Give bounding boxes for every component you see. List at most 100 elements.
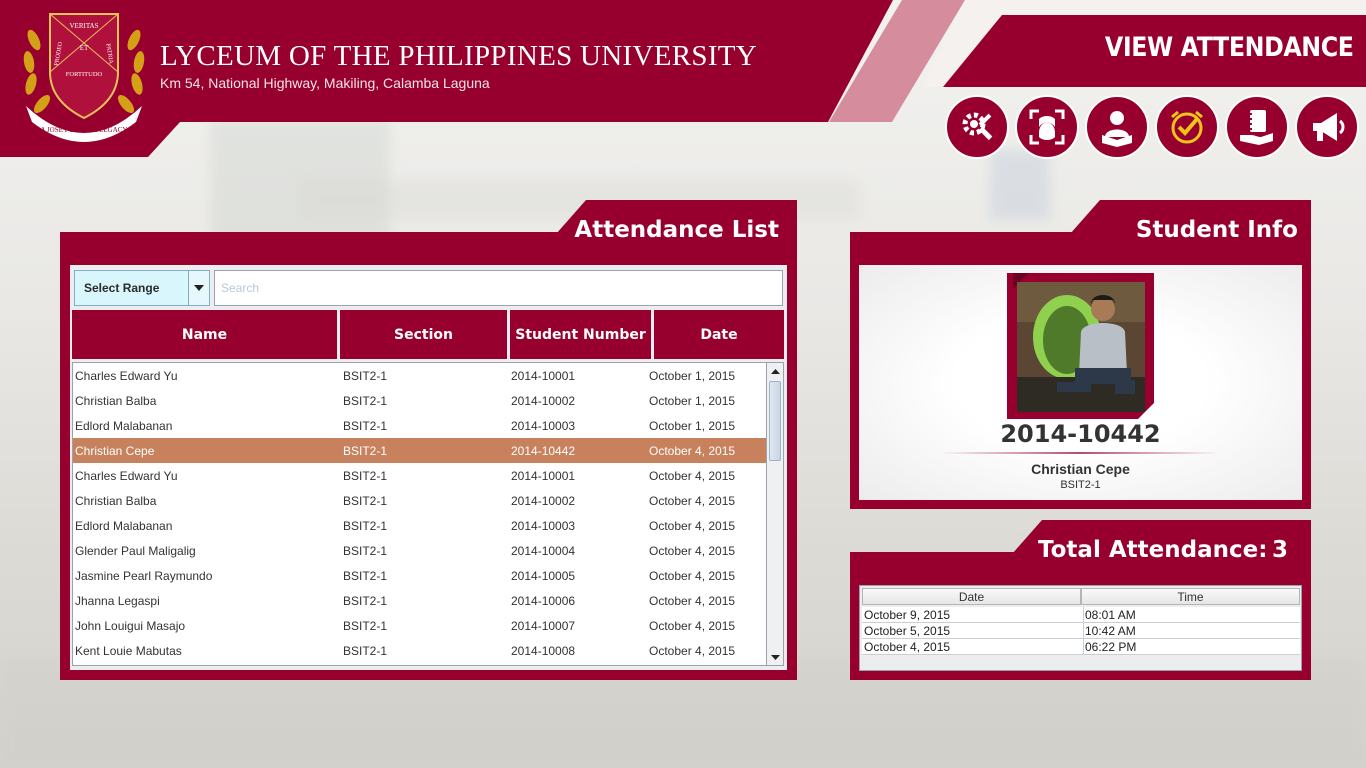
student-reading-icon: [1102, 111, 1132, 147]
cell-date: October 1, 2015: [649, 369, 736, 383]
attendance-table-body: Charles Edward Yu BSIT2-1 2014-10001 Octobe…: [72, 362, 767, 666]
search-input[interactable]: [214, 270, 783, 306]
cell-date: October 4, 2015: [649, 594, 736, 608]
table-row[interactable]: Edlord Malabanan BSIT2-1 2014-10003 October…: [73, 413, 766, 438]
cell-section: BSIT2-1: [343, 619, 388, 633]
university-name: LYCEUM OF THE PHILIPPINES UNIVERSITY: [160, 40, 758, 72]
cell-name: Charles Edward Yu: [75, 469, 178, 483]
cell-student-number: 2014-10006: [511, 594, 576, 608]
table-row[interactable]: Charles Edward Yu BSIT2-1 2014-10001 Octobe…: [73, 463, 766, 488]
student-info-title: Student Info: [1135, 217, 1298, 243]
history-cell-date: October 4, 2015: [864, 640, 951, 654]
attendance-history-table: Date Time October 9, 2015 08:01 AM October…: [859, 585, 1302, 671]
cell-date: October 4, 2015: [649, 644, 736, 658]
table-row[interactable]: Kent Louie Mabutas BSIT2-1 2014-10008 Octob…: [73, 638, 766, 663]
cell-date: October 4, 2015: [649, 494, 736, 508]
cell-name: Kent Louie Mabutas: [75, 644, 182, 658]
history-row[interactable]: October 9, 2015 08:01 AM: [862, 607, 1300, 623]
cell-name: Edlord Malabanan: [75, 519, 173, 533]
cell-name: Christian Balba: [75, 494, 157, 508]
vertical-scrollbar[interactable]: [767, 362, 784, 666]
history-column-time[interactable]: Time: [1081, 588, 1300, 605]
range-select-dropdown[interactable]: Select Range: [74, 270, 210, 306]
scroll-down-icon[interactable]: [767, 649, 783, 665]
records-button[interactable]: [1225, 95, 1289, 159]
cell-student-number: 2014-10002: [511, 494, 576, 508]
history-cell-time: 10:42 AM: [1085, 624, 1136, 638]
table-row[interactable]: John Louigui Masajo BSIT2-1 2014-10007 Octo…: [73, 613, 766, 638]
attendance-clock-check-icon: [1171, 110, 1203, 144]
cell-name: Jasmine Pearl Raymundo: [75, 569, 213, 583]
cell-student-number: 2014-10442: [511, 444, 576, 458]
cell-section: BSIT2-1: [343, 594, 388, 608]
total-attendance-label: Total Attendance:: [1038, 537, 1268, 563]
settings-tools-icon: [962, 112, 993, 141]
cell-name: Christian Cepe: [75, 444, 155, 458]
cell-section: BSIT2-1: [343, 569, 388, 583]
history-cell-time: 06:22 PM: [1085, 640, 1137, 654]
chevron-down-icon[interactable]: [188, 271, 209, 305]
cell-date: October 4, 2015: [649, 519, 736, 533]
student-name: Christian Cepe: [1031, 461, 1130, 477]
cell-date: October 4, 2015: [649, 619, 736, 633]
history-row[interactable]: October 5, 2015 10:42 AM: [862, 623, 1300, 639]
column-header-name[interactable]: Name: [72, 310, 337, 359]
table-row[interactable]: Christian Balba BSIT2-1 2014-10002 October …: [73, 488, 766, 513]
table-row[interactable]: Glender Paul Maligalig BSIT2-1 2014-10004 O…: [73, 538, 766, 563]
cell-date: October 1, 2015: [649, 419, 736, 433]
cell-section: BSIT2-1: [343, 469, 388, 483]
cell-student-number: 2014-10004: [511, 544, 576, 558]
cell-name: Glender Paul Maligalig: [75, 544, 196, 558]
nav-toolbar: [945, 95, 1359, 159]
table-row[interactable]: Jhanna Legaspi BSIT2-1 2014-10006 October 4…: [73, 588, 766, 613]
scroll-up-icon[interactable]: [767, 363, 783, 379]
divider: [1083, 639, 1084, 655]
announcement-button[interactable]: [1295, 95, 1359, 159]
student-number: 2014-10442: [1000, 420, 1161, 448]
svg-text:ET: ET: [80, 44, 89, 52]
table-row[interactable]: Charles Edward Yu BSIT2-1 2014-10001 Octobe…: [73, 363, 766, 388]
background-building: [990, 150, 1050, 220]
cell-student-number: 2014-10001: [511, 369, 576, 383]
cell-student-number: 2014-10008: [511, 644, 576, 658]
cell-section: BSIT2-1: [343, 519, 388, 533]
history-cell-time: 08:01 AM: [1085, 608, 1136, 622]
settings-tools-button[interactable]: [945, 95, 1009, 159]
cell-date: October 4, 2015: [649, 569, 736, 583]
student-section: BSIT2-1: [1060, 479, 1101, 491]
cell-student-number: 2014-10007: [511, 619, 576, 633]
cell-name: Charles Edward Yu: [75, 369, 178, 383]
student-photo: [1017, 282, 1145, 412]
history-row[interactable]: October 4, 2015 06:22 PM: [862, 639, 1300, 655]
cell-section: BSIT2-1: [343, 644, 388, 658]
history-column-date[interactable]: Date: [862, 588, 1081, 605]
column-header-student-number[interactable]: Student Number: [510, 310, 651, 359]
cell-name: Christian Balba: [75, 394, 157, 408]
cell-section: BSIT2-1: [343, 394, 388, 408]
cell-name: Edlord Malabanan: [75, 419, 173, 433]
history-cell-date: October 9, 2015: [864, 608, 951, 622]
table-row[interactable]: Christian Cepe BSIT2-1 2014-10442 October 4…: [73, 438, 766, 463]
svg-text:A JOSE P LAUREL LEGACY: A JOSE P LAUREL LEGACY: [41, 126, 128, 134]
scrollbar-thumb[interactable]: [769, 381, 781, 461]
table-row[interactable]: Edlord Malabanan BSIT2-1 2014-10003 October…: [73, 513, 766, 538]
cell-section: BSIT2-1: [343, 544, 388, 558]
face-scan-button[interactable]: [1015, 95, 1079, 159]
cell-section: BSIT2-1: [343, 494, 388, 508]
divider: [1083, 607, 1084, 623]
header: VERITAS ET FORTITUDO PRODEO PATRIA A JOS…: [0, 0, 1366, 160]
cell-section: BSIT2-1: [343, 419, 388, 433]
cell-date: October 4, 2015: [649, 544, 736, 558]
table-row[interactable]: Christian Balba BSIT2-1 2014-10002 October …: [73, 388, 766, 413]
attendance-button[interactable]: [1155, 95, 1219, 159]
university-logo: VERITAS ET FORTITUDO PRODEO PATRIA A JOS…: [20, 10, 148, 142]
cell-student-number: 2014-10003: [511, 519, 576, 533]
column-header-section[interactable]: Section: [340, 310, 507, 359]
cell-student-number: 2014-10005: [511, 569, 576, 583]
table-row[interactable]: Jasmine Pearl Raymundo BSIT2-1 2014-10005 O…: [73, 563, 766, 588]
face-scan-icon: [1029, 109, 1065, 145]
total-attendance-count: 3: [1272, 537, 1289, 563]
student-button[interactable]: [1085, 95, 1149, 159]
column-header-date[interactable]: Date: [654, 310, 784, 359]
notebook-hand-icon: [1240, 110, 1273, 145]
